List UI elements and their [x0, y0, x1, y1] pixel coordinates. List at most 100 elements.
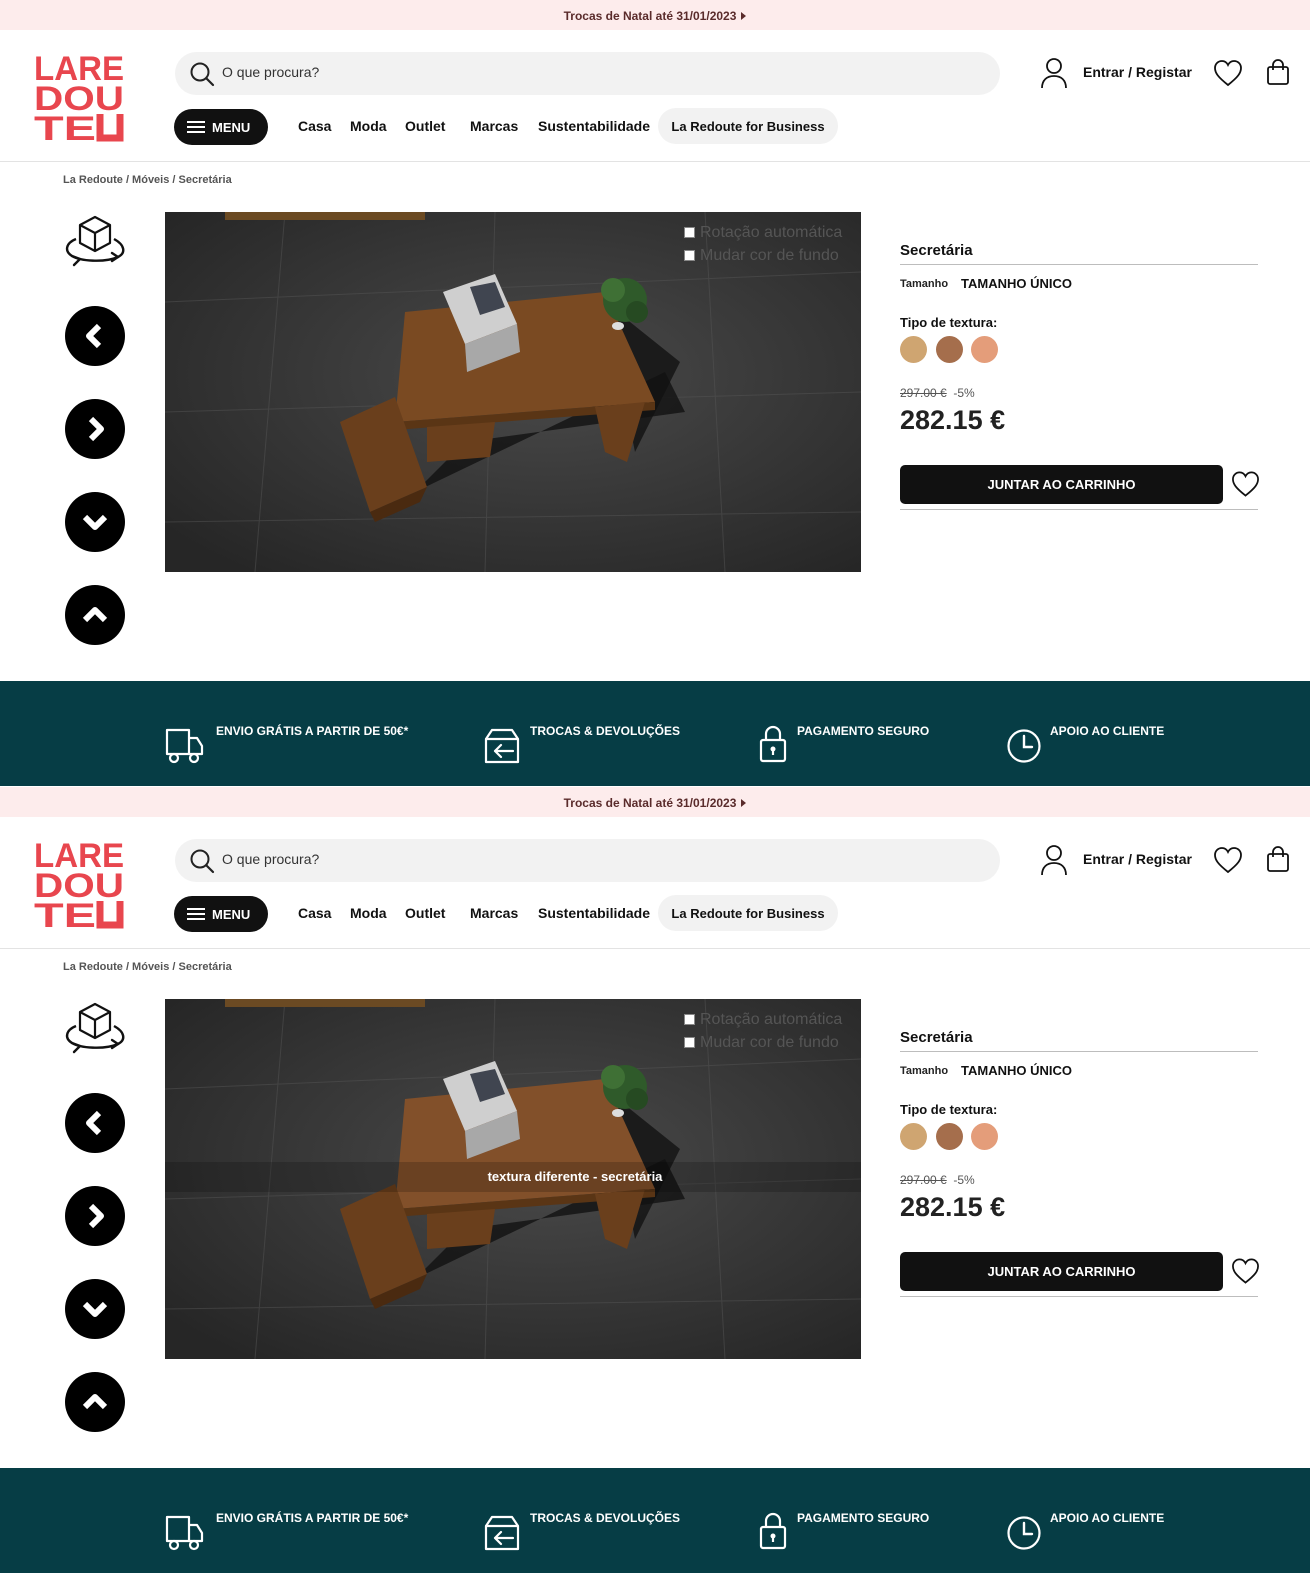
shopping-bag-icon[interactable] [1266, 58, 1290, 86]
arrow-down-button[interactable] [65, 492, 125, 552]
discount-badge: -5% [953, 1173, 975, 1187]
heart-icon[interactable] [1213, 59, 1243, 87]
promo-banner[interactable]: Trocas de Natal até 31/01/2023 [0, 0, 1310, 30]
logo-line-3: TE [34, 110, 96, 142]
desk-3d-render [165, 212, 861, 572]
product-title: Secretária [900, 242, 973, 259]
feature-customer-support[interactable]: APOIO AO CLIENTE [1050, 1511, 1164, 1525]
checkbox-icon[interactable] [684, 227, 695, 238]
return-box-icon [484, 1515, 520, 1551]
heart-icon[interactable] [1213, 846, 1243, 874]
arrow-up-button[interactable] [65, 1372, 125, 1432]
arrow-right-button[interactable] [65, 399, 125, 459]
wishlist-heart-icon[interactable] [1231, 1257, 1260, 1285]
feature-free-shipping[interactable]: ENVIO GRÁTIS A PARTIR DE 50€* [216, 724, 408, 738]
search-bar[interactable]: O que procura? [175, 52, 1000, 95]
product-title: Secretária [900, 1029, 973, 1046]
add-to-cart-button[interactable]: JUNTAR AO CARRINHO [900, 1252, 1223, 1291]
size-value: TAMANHO ÚNICO [961, 1063, 1072, 1078]
3d-viewer[interactable]: textura diferente - secretária Rotação a… [165, 999, 861, 1359]
menu-button[interactable]: MENU [174, 109, 268, 145]
arrow-down-icon [82, 514, 108, 530]
arrow-left-button[interactable] [65, 1093, 125, 1153]
nav-sustentabilidade[interactable]: Sustentabilidade [538, 118, 650, 134]
nav-outlet[interactable]: Outlet [405, 905, 445, 921]
user-icon[interactable] [1040, 57, 1068, 89]
promo-text: Trocas de Natal até 31/01/2023 [563, 9, 737, 23]
discount-badge: -5% [953, 386, 975, 400]
rotate-3d-icon[interactable] [62, 213, 128, 271]
padlock-icon [759, 1512, 787, 1550]
truck-icon [165, 1515, 204, 1551]
change-background-label: Mudar cor de fundo [700, 247, 839, 264]
texture-swatch-1[interactable] [900, 336, 927, 363]
search-input[interactable]: O que procura? [222, 64, 319, 80]
arrow-right-button[interactable] [65, 1186, 125, 1246]
search-bar[interactable]: O que procura? [175, 839, 1000, 882]
promo-banner[interactable]: Trocas de Natal até 31/01/2023 [0, 787, 1310, 817]
hamburger-icon [187, 908, 205, 920]
header-divider [0, 948, 1310, 949]
search-icon [190, 62, 215, 87]
change-background-checkbox[interactable]: Mudar cor de fundo [684, 247, 839, 265]
feature-returns[interactable]: TROCAS & DEVOLUÇÕES [530, 724, 680, 738]
feature-free-shipping[interactable]: ENVIO GRÁTIS A PARTIR DE 50€* [216, 1511, 408, 1525]
nav-moda[interactable]: Moda [350, 118, 387, 134]
menu-label: MENU [212, 907, 251, 922]
change-background-checkbox[interactable]: Mudar cor de fundo [684, 1034, 839, 1052]
size-label: Tamanho [900, 278, 949, 290]
service-footer: ENVIO GRÁTIS A PARTIR DE 50€* TROCAS & D… [0, 1468, 1310, 1573]
3d-viewer[interactable]: Rotação automática Mudar cor de fundo [165, 212, 861, 572]
add-to-cart-button[interactable]: JUNTAR AO CARRINHO [900, 465, 1223, 504]
breadcrumb[interactable]: La Redoute / Móveis / Secretária [63, 961, 232, 973]
search-input[interactable]: O que procura? [222, 851, 319, 867]
nav-moda[interactable]: Moda [350, 905, 387, 921]
nav-marcas[interactable]: Marcas [470, 905, 518, 921]
texture-label: Tipo de textura: [900, 1102, 998, 1117]
feature-secure-payment[interactable]: PAGAMENTO SEGURO [797, 1511, 929, 1525]
current-price: 282.15 € [900, 405, 1006, 435]
rotate-3d-icon[interactable] [62, 1000, 128, 1058]
nav-marcas[interactable]: Marcas [470, 118, 518, 134]
business-button[interactable]: La Redoute for Business [658, 895, 838, 931]
title-divider [900, 264, 1258, 265]
return-box-icon [484, 728, 520, 764]
nav-casa[interactable]: Casa [298, 118, 331, 134]
user-icon[interactable] [1040, 844, 1068, 876]
checkbox-icon[interactable] [684, 1014, 695, 1025]
login-link[interactable]: Entrar / Registar [1083, 64, 1192, 80]
texture-swatch-2[interactable] [936, 1123, 963, 1150]
checkbox-icon[interactable] [684, 1037, 695, 1048]
logo[interactable]: LARE DOU TE [34, 837, 126, 929]
nav-casa[interactable]: Casa [298, 905, 331, 921]
texture-swatch-2[interactable] [936, 336, 963, 363]
shopping-bag-icon[interactable] [1266, 845, 1290, 873]
checkbox-icon[interactable] [684, 250, 695, 261]
search-icon [190, 849, 215, 874]
arrow-up-button[interactable] [65, 585, 125, 645]
arrow-down-button[interactable] [65, 1279, 125, 1339]
logo-line-3: TE [34, 897, 96, 929]
wishlist-heart-icon[interactable] [1231, 470, 1260, 498]
auto-rotate-checkbox[interactable]: Rotação automática [684, 224, 842, 242]
arrow-left-icon [86, 1110, 102, 1136]
auto-rotate-checkbox[interactable]: Rotação automática [684, 1011, 842, 1029]
service-footer: ENVIO GRÁTIS A PARTIR DE 50€* TROCAS & D… [0, 681, 1310, 786]
nav-outlet[interactable]: Outlet [405, 118, 445, 134]
texture-swatch-3[interactable] [971, 1123, 998, 1150]
page-screenshot-top: Trocas de Natal até 31/01/2023 LARE DOU … [0, 0, 1310, 786]
arrow-left-button[interactable] [65, 306, 125, 366]
breadcrumb[interactable]: La Redoute / Móveis / Secretária [63, 174, 232, 186]
page-screenshot-bottom: Trocas de Natal até 31/01/2023 LARE DOU … [0, 787, 1310, 1573]
nav-sustentabilidade[interactable]: Sustentabilidade [538, 905, 650, 921]
login-link[interactable]: Entrar / Registar [1083, 851, 1192, 867]
feature-customer-support[interactable]: APOIO AO CLIENTE [1050, 724, 1164, 738]
menu-button[interactable]: MENU [174, 896, 268, 932]
feature-returns[interactable]: TROCAS & DEVOLUÇÕES [530, 1511, 680, 1525]
old-price: 297.00 € [900, 386, 947, 400]
feature-secure-payment[interactable]: PAGAMENTO SEGURO [797, 724, 929, 738]
business-button[interactable]: La Redoute for Business [658, 108, 838, 144]
logo[interactable]: LARE DOU TE [34, 50, 126, 142]
texture-swatch-1[interactable] [900, 1123, 927, 1150]
texture-swatch-3[interactable] [971, 336, 998, 363]
